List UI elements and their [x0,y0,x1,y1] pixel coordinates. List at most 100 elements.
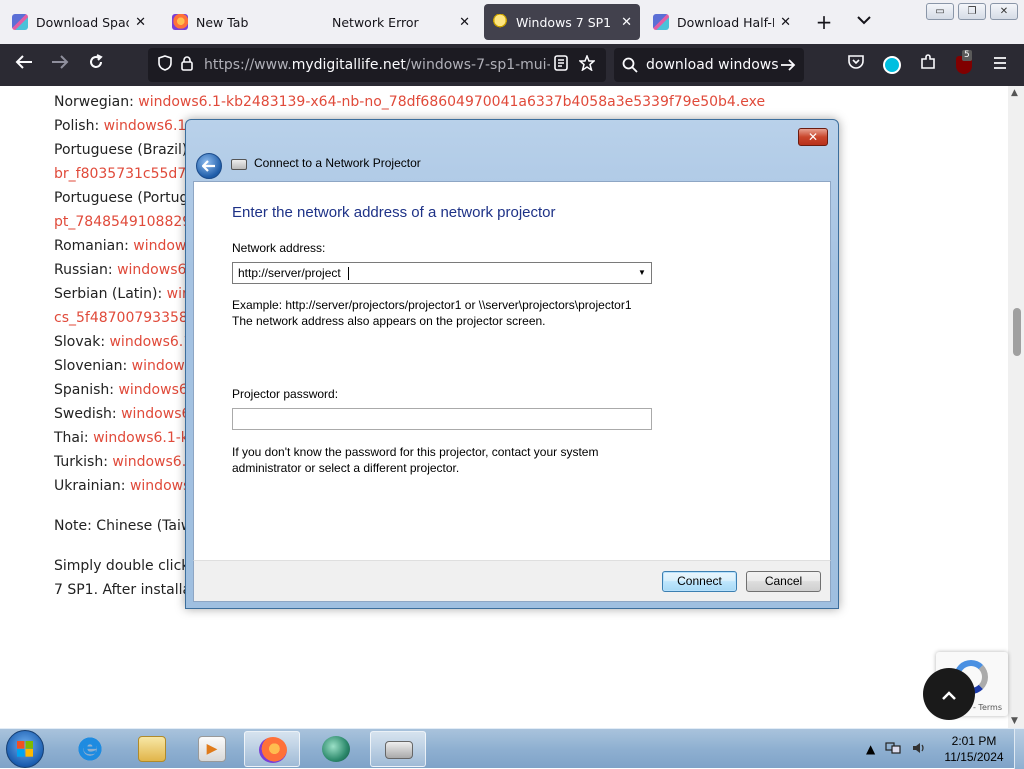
language-label: Romanian: [54,238,129,254]
page-text-line: Slovak: windows6.1-k [54,334,205,350]
page-text-line: Note: Chinese (Taiwa [54,518,201,534]
taskbar-app[interactable] [308,731,364,767]
reload-icon [90,54,103,68]
tab-title: Windows 7 SP1 MUI [516,14,615,30]
extension-count-badge: 5 [962,50,972,61]
address-example-text: Example: http://server/projectors/projec… [232,298,632,312]
cancel-button[interactable]: Cancel [746,571,821,592]
pocket-icon [848,55,864,69]
download-link[interactable]: cs_5f487007933585c [54,310,204,326]
language-label: Russian: [54,262,113,278]
close-tab-icon[interactable]: ✕ [621,15,632,30]
chevron-up-icon [942,691,956,700]
close-window-button[interactable]: ✕ [990,3,1018,20]
projector-icon [385,741,413,759]
menu-button[interactable] [986,51,1014,79]
taskbar-windows-explorer[interactable] [124,731,180,767]
tab-windows-7-sp1-mui[interactable]: Windows 7 SP1 MUI ✕ [484,4,640,40]
new-tab-button[interactable]: + [812,8,836,36]
connect-button[interactable]: Connect [662,571,737,592]
download-link[interactable]: windows6.1-kb2483139-x64-nb-no_78df68604… [138,94,765,110]
page-scrollbar[interactable]: ▲ ▼ [1008,86,1024,728]
arrow-left-icon [201,160,215,172]
minimize-window-button[interactable]: ▭ [926,3,954,20]
arrow-right-icon [52,55,69,69]
close-tab-icon[interactable]: ✕ [135,15,146,30]
dropdown-arrow-icon[interactable]: ▼ [633,263,651,283]
taskbar-firefox[interactable] [244,731,300,767]
scroll-up-arrow-icon[interactable]: ▲ [1011,88,1018,98]
projector-password-field[interactable] [232,408,652,430]
start-button[interactable] [6,730,44,768]
extensions-button[interactable] [914,51,942,79]
page-text-line: Portuguese (Portugal) [54,190,206,206]
show-desktop-button[interactable] [1014,729,1024,769]
page-text-line: Turkish: windows6.1- [54,454,200,470]
lock-icon[interactable] [176,55,198,75]
ublock-extension-button[interactable]: 5 [950,50,978,79]
reader-view-icon[interactable] [550,55,572,75]
back-button[interactable] [10,51,38,79]
language-label: Turkish: [54,454,108,470]
scroll-to-top-button[interactable] [923,668,975,720]
language-label: Spanish: [54,382,114,398]
taskbar-media-player[interactable]: ▶ [184,731,240,767]
windows-taskbar: e ▶ ▲ 2:01 PM 11/15/2024 [0,728,1024,769]
bookmark-star-icon[interactable] [576,53,598,75]
account-button[interactable] [878,51,906,79]
language-label: Norwegian: [54,94,134,110]
puzzle-icon [921,54,935,69]
page-text-line: br_f8035731c55d774 [54,166,204,182]
scroll-down-arrow-icon[interactable]: ▼ [1011,716,1018,726]
dialog-close-button[interactable]: ✕ [798,128,828,146]
internet-explorer-icon: e [76,736,104,762]
scrollbar-thumb[interactable] [1013,308,1021,356]
arrow-left-icon [15,55,32,69]
network-address-label: Network address: [232,241,326,255]
url-bar[interactable]: https://www.mydigitallife.net/windows-7-… [148,48,606,82]
search-input[interactable]: download windows 7 [646,57,780,73]
arrow-right-icon[interactable] [780,58,796,72]
tab-download-space-cadet[interactable]: Download Space Cadet ✕ [4,4,154,40]
back-arrow-button[interactable] [196,153,222,179]
tab-new-tab[interactable]: New Tab ✕ [164,4,314,40]
pocket-button[interactable] [842,51,870,79]
recaptcha-terms-link[interactable]: - Terms [973,703,1002,712]
language-label: Note: Chinese (Taiwa [54,518,201,534]
download-link[interactable]: pt_78485491088298 [54,214,200,230]
language-label: Thai: [54,430,89,446]
reload-button[interactable] [82,51,110,79]
restore-window-button[interactable]: ❐ [958,3,986,20]
account-avatar-icon [883,56,901,74]
close-tab-icon[interactable]: ✕ [459,15,470,30]
site-favicon-icon [12,14,28,30]
close-tab-icon[interactable]: ✕ [780,15,791,30]
network-address-combobox[interactable]: http://server/project ▼ [232,262,652,284]
shield-icon[interactable] [154,55,176,75]
hamburger-menu-icon [994,57,1006,69]
forward-button[interactable] [46,51,74,79]
folder-icon [138,736,166,762]
taskbar-clock[interactable]: 2:01 PM 11/15/2024 [936,733,1012,765]
firefox-icon [259,737,287,763]
page-text-line: Spanish: windows6.1- [54,382,206,398]
language-label: Slovak: [54,334,106,350]
url-path: /windows-7-sp1-mui-lang [405,57,550,73]
download-link[interactable]: br_f8035731c55d774 [54,166,204,182]
page-text-line: Ukrainian: windows6. [54,478,204,494]
windows-logo-icon [17,741,33,757]
page-text-line: pt_78485491088298 [54,214,200,230]
network-address-input[interactable]: http://server/project [238,266,341,280]
taskbar-internet-explorer[interactable]: e [62,731,118,767]
url-text[interactable]: https://www.mydigitallife.net/windows-7-… [204,57,550,73]
search-bar[interactable]: download windows 7 [614,48,804,82]
page-text-line: Romanian: windows6 [54,238,203,254]
tab-network-error[interactable]: Network Error ✕ [324,4,478,40]
page-text-line: cs_5f487007933585c [54,310,204,326]
show-hidden-icons-icon[interactable]: ▲ [866,742,875,756]
taskbar-network-projector[interactable] [370,731,426,767]
tab-download-half-life[interactable]: Download Half-Life ✕ [645,4,799,40]
list-all-tabs-button[interactable] [852,8,876,36]
network-icon[interactable] [885,741,901,758]
speaker-icon[interactable] [911,741,927,758]
